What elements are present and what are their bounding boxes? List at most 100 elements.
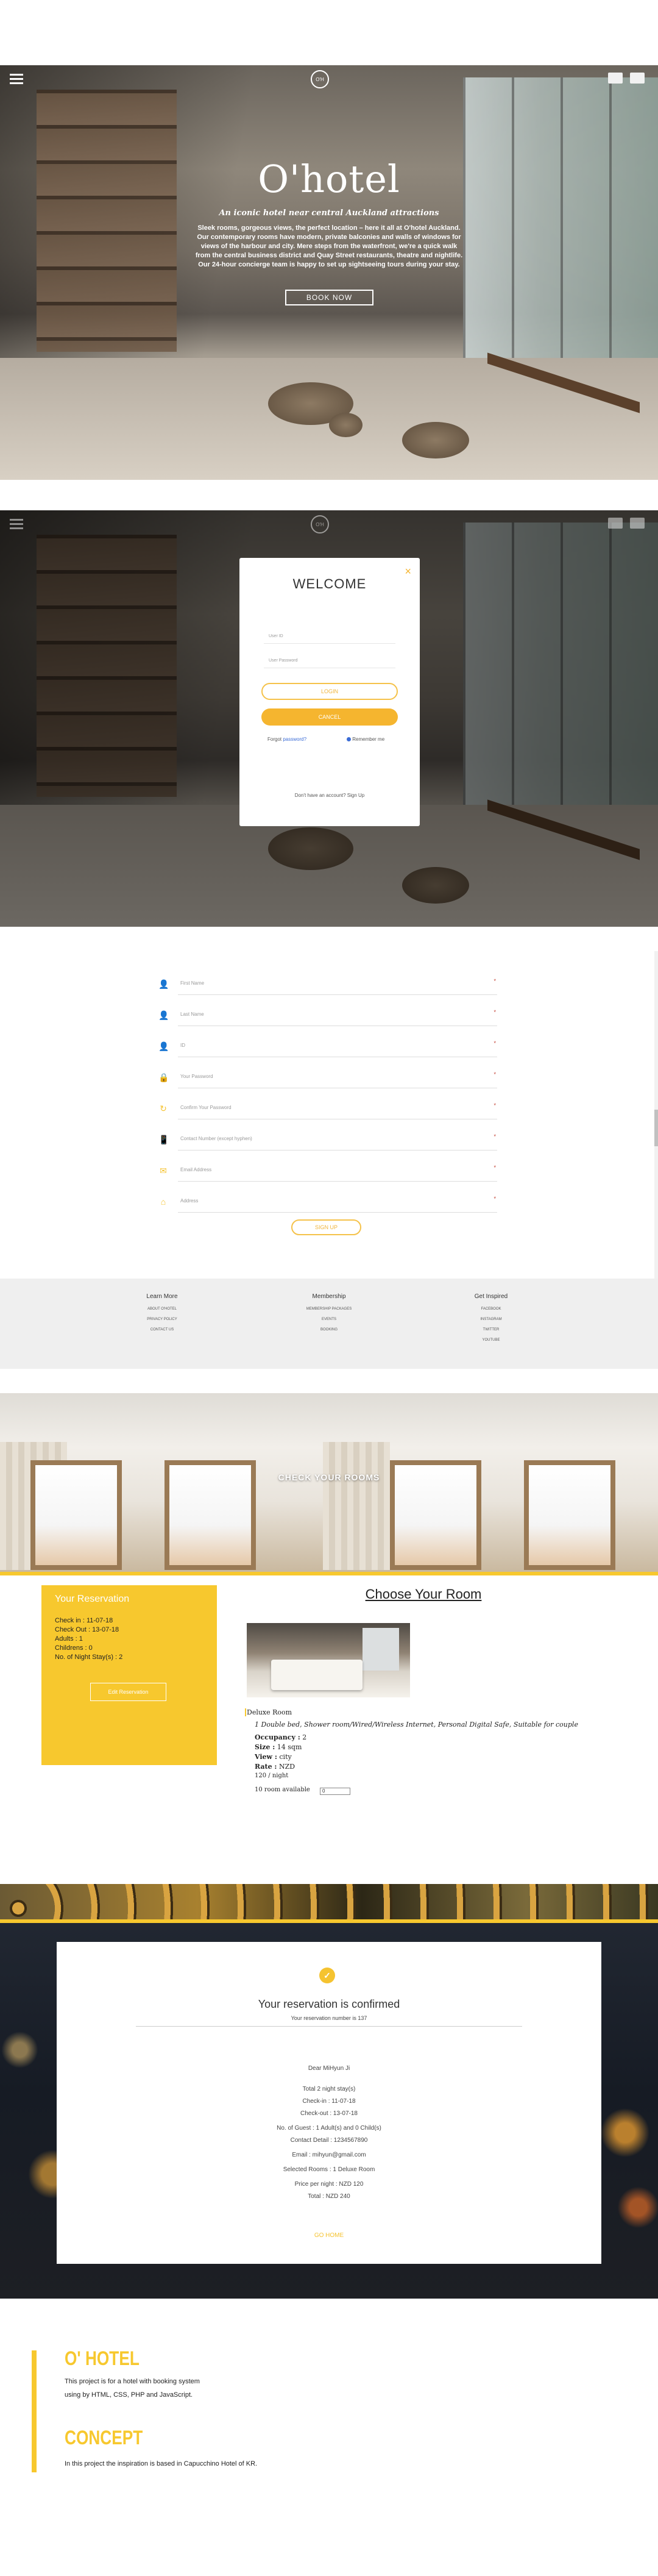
footer-link[interactable]: YOUTUBE	[430, 1338, 552, 1342]
remember-label: Remember me	[352, 737, 385, 742]
signup-field[interactable]: ↻ Confirm Your Password *	[156, 1100, 497, 1119]
confirmation-detail: Dear MiHyun Ji	[308, 2065, 350, 2072]
signup-field[interactable]: 👤 First Name *	[156, 976, 497, 995]
photo-window	[363, 1628, 399, 1671]
signup-input[interactable]: Contact Number (except hyphen)	[180, 1136, 252, 1141]
confirmation-detail: Contact Detail : 1234567890	[290, 2137, 368, 2144]
accent-bar	[0, 1572, 658, 1575]
cart-icon[interactable]	[630, 518, 645, 529]
footer-link[interactable]: MEMBERSHIP PACKAGES	[268, 1307, 390, 1311]
phone-icon: 📱	[158, 1135, 169, 1144]
cancel-button[interactable]: CANCEL	[261, 708, 398, 726]
footer-link[interactable]: CONTACT US	[101, 1328, 223, 1332]
required-mark: *	[494, 1165, 496, 1171]
user-icon[interactable]	[608, 73, 623, 84]
lock-icon: 🔒	[158, 1072, 169, 1082]
room-photo[interactable]	[247, 1623, 410, 1697]
user-icon[interactable]	[608, 518, 623, 529]
scrollbar[interactable]	[654, 951, 658, 1280]
room-description: 1 Double bed, Shower room/Wired/Wireless…	[255, 1721, 578, 1729]
reservation-line: No. of Night Stay(s) : 2	[55, 1654, 123, 1661]
attr-label: Occupancy :	[255, 1733, 300, 1741]
signup-field[interactable]: 📱 Contact Number (except hyphen) *	[156, 1131, 497, 1151]
signup-input[interactable]: Confirm Your Password	[180, 1105, 232, 1110]
signup-prompt[interactable]: Don't have an account? Sign Up	[239, 793, 420, 798]
room-availability: 10 room available	[255, 1786, 310, 1793]
concept-heading: CONCEPT	[65, 2427, 143, 2449]
choose-room-title: Choose Your Room	[365, 1586, 482, 1602]
person-icon: 👤	[158, 1041, 169, 1051]
about-heading: O' HOTEL	[65, 2347, 140, 2369]
confirmation-detail: Total : NZD 240	[308, 2193, 350, 2200]
reservation-number: Your reservation number is 137	[291, 2015, 367, 2021]
photo-bed	[271, 1660, 363, 1690]
footer-link[interactable]: INSTAGRAM	[430, 1318, 552, 1321]
footer-link[interactable]: EVENTS	[268, 1318, 390, 1321]
room-price: 120 / night	[255, 1772, 289, 1779]
signup-section: 👤 First Name * 👤 Last Name * 👤 ID * 🔒 Your Passwor…	[0, 951, 658, 1280]
required-mark: *	[494, 1133, 496, 1140]
attr-label: Rate :	[255, 1763, 277, 1771]
login-button[interactable]: LOGIN	[261, 683, 398, 700]
login-section: O'H × WELCOME User ID User Password LOGI…	[0, 510, 658, 927]
signup-input[interactable]: Email Address	[180, 1167, 211, 1172]
footer-link[interactable]: BOOKING	[268, 1328, 390, 1332]
input-underline	[178, 1181, 497, 1182]
signup-field[interactable]: 👤 ID *	[156, 1038, 497, 1057]
input-underline	[178, 1150, 497, 1151]
footer-column: Get Inspired FACEBOOK INSTAGRAM TWITTER YOUT…	[430, 1293, 552, 1349]
footer-link[interactable]: PRIVACY POLICY	[101, 1318, 223, 1321]
go-home-link[interactable]: GO HOME	[57, 2232, 601, 2239]
about-accent-bar	[32, 2350, 37, 2472]
remember-me[interactable]: Remember me	[347, 737, 384, 742]
lobby-stool	[329, 413, 363, 437]
footer-column-title: Membership	[312, 1293, 346, 1300]
confirmation-detail: Price per night : NZD 120	[294, 2181, 364, 2188]
sign-up-button[interactable]: SIGN UP	[291, 1219, 361, 1235]
signup-field[interactable]: 🔒 Your Password *	[156, 1069, 497, 1088]
attr-value: NZD	[279, 1763, 295, 1771]
check-icon: ✓	[319, 1968, 335, 1983]
hotel-logo[interactable]: O'H	[311, 515, 329, 533]
forgot-prefix: Forgot	[267, 737, 282, 742]
footer-link[interactable]: FACEBOOK	[430, 1307, 552, 1311]
curtain	[323, 1442, 390, 1570]
room-size: Size : 14 sqm	[255, 1743, 302, 1751]
hero-title: O'hotel	[258, 157, 400, 201]
forgot-password-link[interactable]: password?	[283, 737, 306, 742]
remember-checkbox[interactable]	[347, 737, 351, 742]
reservation-line: Childrens : 0	[55, 1644, 93, 1652]
menu-icon[interactable]	[10, 74, 23, 84]
header-image-strip	[0, 1884, 658, 1919]
signup-field[interactable]: ⌂ Address *	[156, 1193, 497, 1213]
confirmation-card: ✓ Your reservation is confirmed Your res…	[57, 1942, 601, 2264]
menu-icon[interactable]	[10, 519, 23, 529]
cart-icon[interactable]	[630, 73, 645, 84]
signup-field[interactable]: ✉ Email Address *	[156, 1162, 497, 1182]
input-underline	[264, 643, 395, 644]
footer-link[interactable]: TWITTER	[430, 1328, 552, 1332]
signup-input[interactable]: First Name	[180, 980, 204, 986]
edit-reservation-button[interactable]: Edit Reservation	[90, 1683, 166, 1701]
required-mark: *	[494, 978, 496, 984]
confirmation-detail: Total 2 night stay(s)	[302, 2086, 356, 2093]
reservation-line: Adults : 1	[55, 1635, 83, 1643]
signup-field[interactable]: 👤 Last Name *	[156, 1007, 497, 1026]
book-now-button[interactable]: BOOK NOW	[285, 290, 373, 305]
hotel-logo[interactable]: O'H	[311, 70, 329, 88]
required-mark: *	[494, 1102, 496, 1108]
password-input[interactable]: User Password	[269, 658, 297, 663]
attr-value: city	[279, 1753, 292, 1761]
room-quantity-select[interactable]: 0	[320, 1788, 350, 1795]
footer-link[interactable]: ABOUT O'HOTEL	[101, 1307, 223, 1311]
reservation-line: Check in : 11-07-18	[55, 1617, 113, 1624]
user-id-input[interactable]: User ID	[269, 634, 283, 638]
login-modal: × WELCOME User ID User Password LOGIN CA…	[239, 558, 420, 826]
room-name[interactable]: Deluxe Room	[244, 1708, 292, 1716]
signup-input[interactable]: ID	[180, 1043, 185, 1048]
signup-input[interactable]: Last Name	[180, 1011, 204, 1017]
signup-input[interactable]: Your Password	[180, 1074, 213, 1079]
rooms-hero-title: CHECK YOUR ROOMS	[278, 1472, 380, 1482]
signup-input[interactable]: Address	[180, 1198, 198, 1204]
rooms-hero: CHECK YOUR ROOMS	[0, 1393, 658, 1573]
